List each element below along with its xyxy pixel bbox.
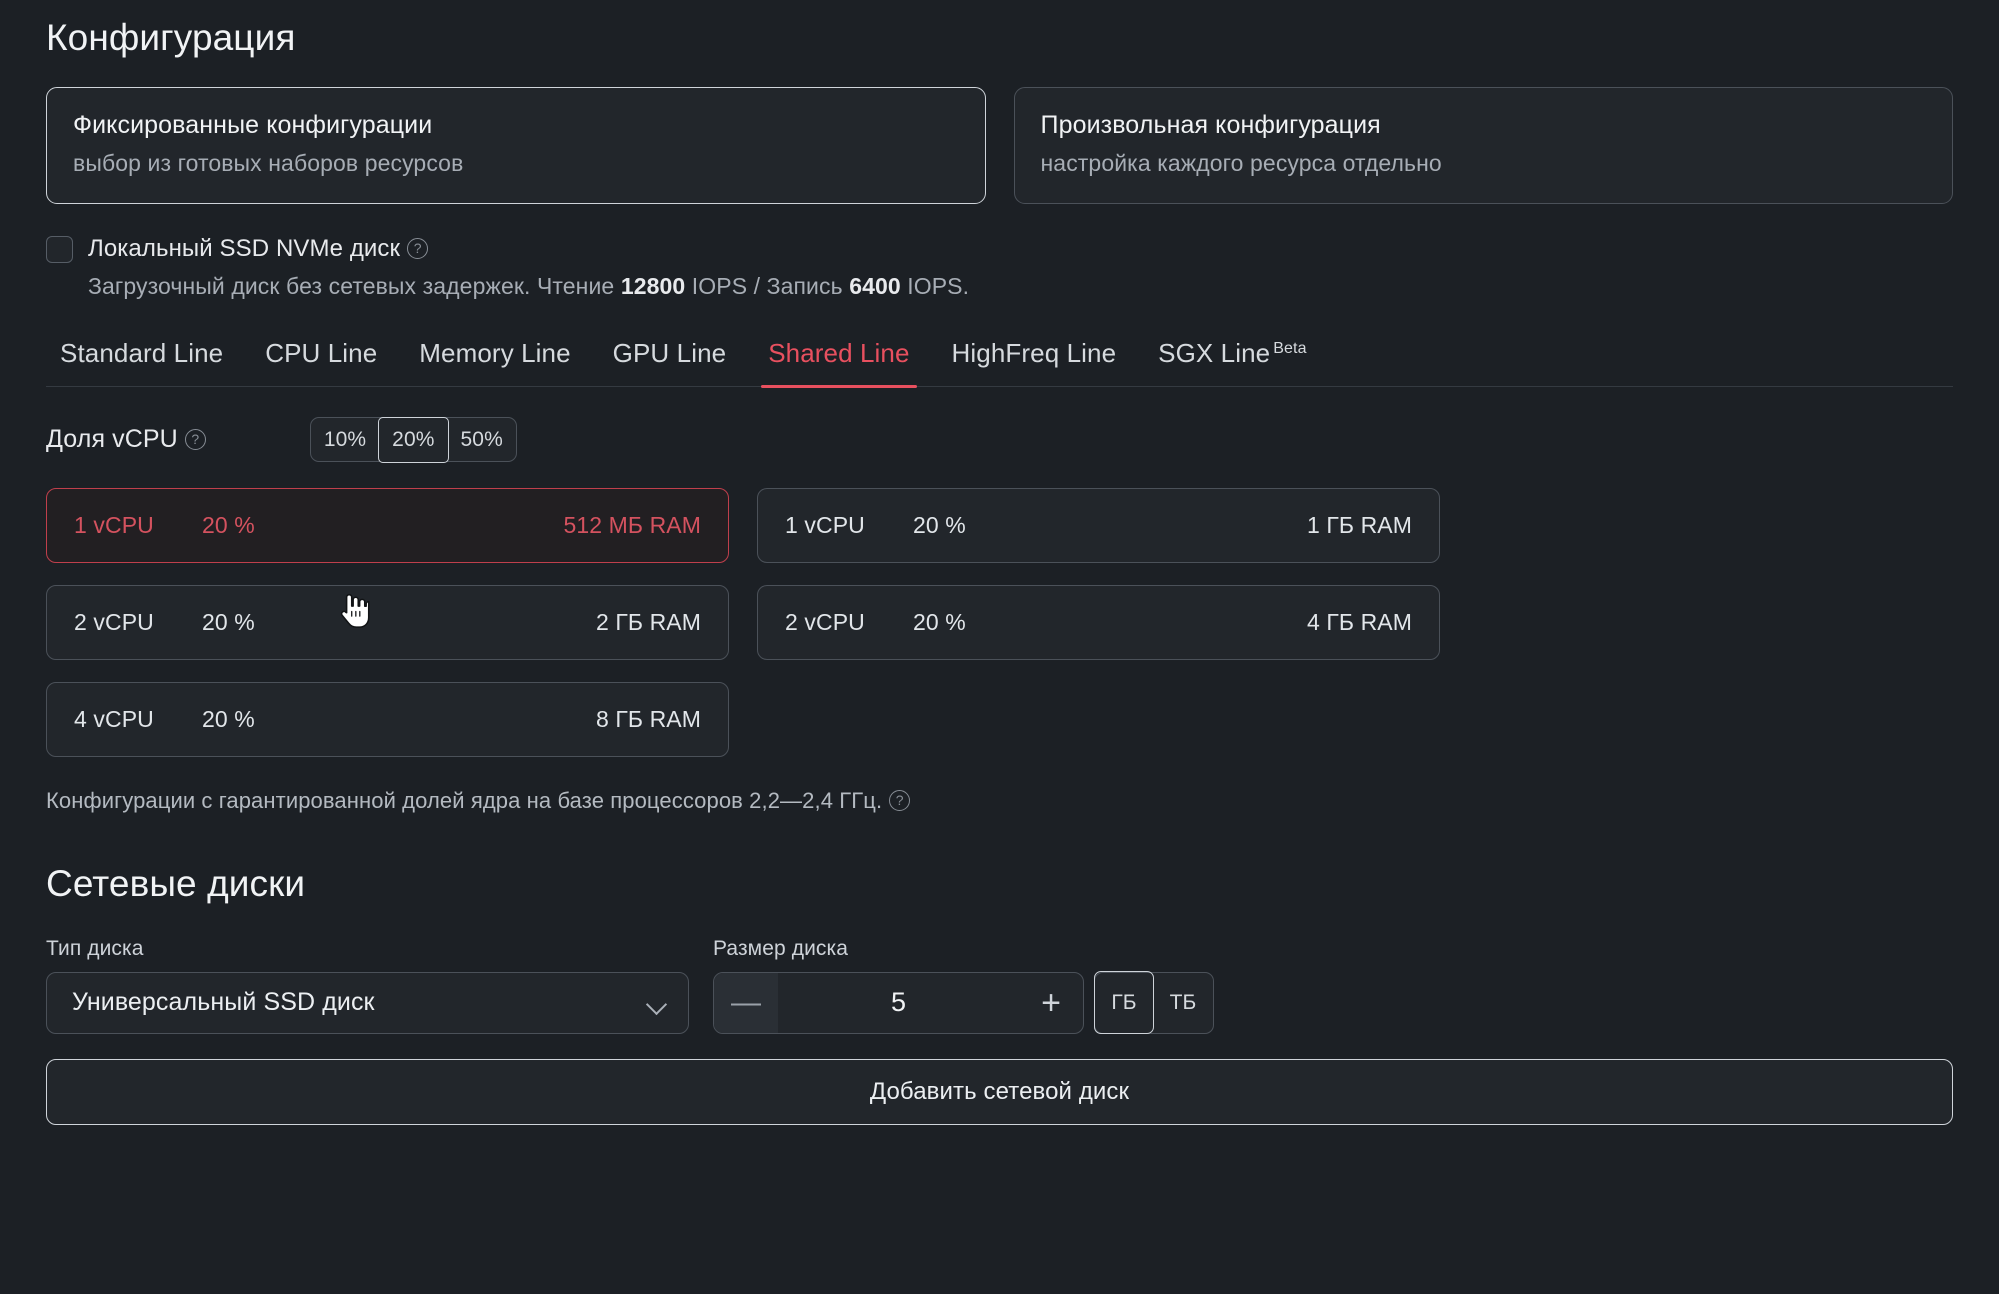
local-ssd-desc-suffix: IOPS.	[901, 273, 969, 299]
choice-card-custom-subtitle: настройка каждого ресурса отдельно	[1041, 150, 1927, 177]
config-option-ram: 8 ГБ RAM	[596, 706, 701, 733]
config-option-ram: 2 ГБ RAM	[596, 609, 701, 636]
tab-sgx-line[interactable]: SGX LineBeta	[1137, 338, 1327, 386]
tab-standard-line[interactable]: Standard Line	[50, 338, 244, 386]
tab-memory-line[interactable]: Memory Line	[398, 338, 591, 386]
config-option-card[interactable]: 1 vCPU 20 % 512 МБ RAM	[46, 488, 729, 563]
config-option-share: 20 %	[913, 512, 1307, 539]
config-option-cpu: 4 vCPU	[74, 706, 202, 733]
question-circle-icon[interactable]: ?	[407, 238, 428, 259]
config-option-share: 20 %	[202, 512, 563, 539]
configuration-choice-group: Фиксированные конфигурации выбор из гото…	[46, 87, 1953, 204]
tab-memory-line-label: Memory Line	[419, 338, 570, 368]
choice-card-custom[interactable]: Произвольная конфигурация настройка кажд…	[1014, 87, 1954, 204]
choice-card-custom-title: Произвольная конфигурация	[1041, 110, 1927, 141]
config-option-share: 20 %	[202, 609, 596, 636]
disk-type-value: Универсальный SSD диск	[72, 988, 375, 1017]
vcpu-share-label: Доля vCPU?	[46, 425, 206, 454]
network-disks-title: Сетевые диски	[46, 862, 1953, 906]
config-option-ram: 1 ГБ RAM	[1307, 512, 1412, 539]
disk-size-label: Размер диска	[713, 937, 1214, 961]
disk-size-field: Размер диска — 5 + ГБ ТБ	[713, 937, 1214, 1034]
local-ssd-label-text: Локальный SSD NVMe диск	[88, 235, 400, 262]
tab-shared-line-label: Shared Line	[768, 338, 909, 368]
local-ssd-block: Локальный SSD NVMe диск? Загрузочный дис…	[46, 235, 1953, 300]
config-option-cpu: 1 vCPU	[785, 512, 913, 539]
config-option-card[interactable]: 2 vCPU 20 % 4 ГБ RAM	[757, 585, 1440, 660]
local-ssd-checkbox[interactable]	[46, 236, 73, 263]
disk-type-select[interactable]: Универсальный SSD диск	[46, 972, 689, 1034]
config-option-card[interactable]: 4 vCPU 20 % 8 ГБ RAM	[46, 682, 729, 757]
tab-sgx-line-label: SGX Line	[1158, 338, 1270, 368]
local-ssd-write-iops: 6400	[849, 273, 901, 299]
tab-highfreq-line[interactable]: HighFreq Line	[931, 338, 1138, 386]
config-option-ram: 512 МБ RAM	[563, 512, 701, 539]
minus-icon[interactable]: —	[714, 973, 778, 1033]
config-option-ram: 4 ГБ RAM	[1307, 609, 1412, 636]
config-note-text: Конфигурации с гарантированной долей ядр…	[46, 788, 882, 813]
tab-gpu-line[interactable]: GPU Line	[592, 338, 748, 386]
vcpu-share-option-20[interactable]: 20%	[378, 417, 448, 463]
tab-shared-line[interactable]: Shared Line	[747, 338, 930, 386]
question-circle-icon[interactable]: ?	[185, 429, 206, 450]
question-circle-icon[interactable]: ?	[889, 790, 910, 811]
local-ssd-row: Локальный SSD NVMe диск?	[46, 235, 1953, 263]
tab-gpu-line-label: GPU Line	[613, 338, 727, 368]
page-title: Конфигурация	[46, 0, 1953, 60]
local-ssd-desc-prefix: Загрузочный диск без сетевых задержек. Ч…	[88, 273, 621, 299]
disk-size-value[interactable]: 5	[778, 987, 1019, 1018]
disk-type-label: Тип диска	[46, 937, 689, 961]
config-options-grid: 1 vCPU 20 % 512 МБ RAM 1 vCPU 20 % 1 ГБ …	[46, 488, 1446, 757]
network-disk-fields: Тип диска Универсальный SSD диск Размер …	[46, 937, 1953, 1034]
disk-size-stepper: — 5 +	[713, 972, 1084, 1034]
disk-size-unit-gb[interactable]: ГБ	[1094, 971, 1154, 1034]
configuration-page: Конфигурация Фиксированные конфигурации …	[0, 0, 1999, 1294]
tab-cpu-line-label: CPU Line	[265, 338, 377, 368]
config-note: Конфигурации с гарантированной долей ядр…	[46, 788, 1953, 814]
add-network-disk-button[interactable]: Добавить сетевой диск	[46, 1059, 1953, 1125]
chevron-down-icon	[647, 997, 666, 1008]
vcpu-share-row: Доля vCPU? 10% 20% 50%	[46, 417, 1953, 462]
tab-highfreq-line-label: HighFreq Line	[952, 338, 1117, 368]
tab-standard-line-label: Standard Line	[60, 338, 223, 368]
disk-size-unit-toggle: ГБ ТБ	[1094, 972, 1214, 1034]
tab-cpu-line[interactable]: CPU Line	[244, 338, 398, 386]
config-option-cpu: 2 vCPU	[74, 609, 202, 636]
vcpu-share-label-text: Доля vCPU	[46, 425, 178, 453]
local-ssd-desc-middle: IOPS / Запись	[685, 273, 849, 299]
vcpu-share-segmented-control: 10% 20% 50%	[310, 417, 517, 462]
local-ssd-description: Загрузочный диск без сетевых задержек. Ч…	[88, 273, 1953, 300]
config-option-card[interactable]: 1 vCPU 20 % 1 ГБ RAM	[757, 488, 1440, 563]
plus-icon[interactable]: +	[1019, 973, 1083, 1033]
config-option-card[interactable]: 2 vCPU 20 % 2 ГБ RAM	[46, 585, 729, 660]
choice-card-fixed[interactable]: Фиксированные конфигурации выбор из гото…	[46, 87, 986, 204]
vcpu-share-option-10[interactable]: 10%	[311, 418, 379, 461]
config-option-cpu: 1 vCPU	[74, 512, 202, 539]
disk-type-field: Тип диска Универсальный SSD диск	[46, 937, 689, 1034]
config-option-share: 20 %	[913, 609, 1307, 636]
local-ssd-read-iops: 12800	[621, 273, 685, 299]
tab-sgx-line-badge: Beta	[1273, 340, 1306, 357]
choice-card-fixed-subtitle: выбор из готовых наборов ресурсов	[73, 150, 959, 177]
choice-card-fixed-title: Фиксированные конфигурации	[73, 110, 959, 141]
config-option-share: 20 %	[202, 706, 596, 733]
disk-size-unit-tb[interactable]: ТБ	[1153, 973, 1213, 1033]
local-ssd-label: Локальный SSD NVMe диск?	[88, 235, 428, 263]
vcpu-share-option-50[interactable]: 50%	[448, 418, 516, 461]
network-disks-section: Сетевые диски Тип диска Универсальный SS…	[46, 862, 1953, 1124]
platform-line-tabs: Standard Line CPU Line Memory Line GPU L…	[46, 338, 1953, 387]
config-option-cpu: 2 vCPU	[785, 609, 913, 636]
